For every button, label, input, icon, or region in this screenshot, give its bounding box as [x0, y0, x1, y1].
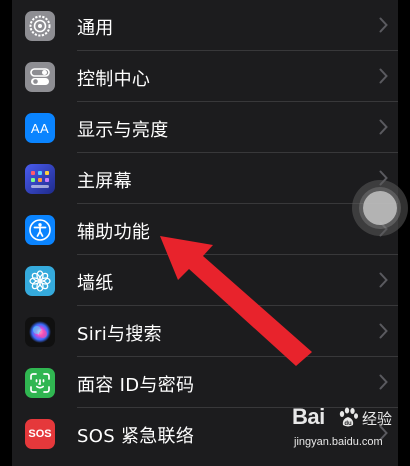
settings-row-label: 通用 — [77, 18, 114, 39]
settings-row-wallpaper[interactable]: 墙纸 — [12, 255, 398, 306]
settings-row-home-screen[interactable]: 主屏幕 — [12, 153, 398, 204]
svg-text:du: du — [344, 421, 352, 427]
chevron-right-icon — [379, 323, 388, 339]
chevron-right-icon — [379, 374, 388, 390]
settings-row-siri[interactable]: Siri与搜索 — [12, 306, 398, 357]
chevron-right-icon — [379, 119, 388, 135]
assistive-touch-icon[interactable] — [352, 180, 408, 236]
toggles-icon — [25, 62, 55, 92]
assistive-touch-knob — [363, 191, 397, 225]
gear-icon — [25, 11, 55, 41]
watermark-brand: Bai — [292, 404, 325, 429]
baidu-watermark: Bai du 经验 jingyan.baidu.com — [292, 404, 404, 456]
home-grid-icon — [25, 164, 55, 194]
baidu-paw-icon: du — [339, 407, 358, 427]
settings-group: 通用 控制中心 AA 显示与亮度 主屏幕 辅助功能 墙纸 Siri与搜索 面容 … — [12, 0, 398, 466]
aa-icon-text: AA — [30, 120, 50, 136]
settings-row-label: 辅助功能 — [77, 222, 151, 243]
settings-row-general[interactable]: 通用 — [12, 0, 398, 51]
settings-row-accessibility[interactable]: 辅助功能 — [12, 204, 398, 255]
face-id-icon — [25, 368, 55, 398]
accessibility-icon — [25, 215, 55, 245]
settings-row-label: 墙纸 — [77, 273, 114, 294]
settings-row-label: 主屏幕 — [77, 171, 132, 192]
settings-row-label: Siri与搜索 — [77, 324, 162, 345]
flower-icon — [25, 266, 55, 296]
settings-row-display[interactable]: AA 显示与亮度 — [12, 102, 398, 153]
settings-row-label: 控制中心 — [77, 69, 151, 90]
chevron-right-icon — [379, 68, 388, 84]
sos-icon-text: SOS — [28, 428, 52, 440]
siri-icon — [25, 317, 55, 347]
settings-row-control-center[interactable]: 控制中心 — [12, 51, 398, 102]
watermark-url: jingyan.baidu.com — [294, 436, 383, 448]
watermark-brand-suffix: 经验 — [362, 411, 393, 428]
settings-row-label: 显示与亮度 — [77, 120, 169, 141]
chevron-right-icon — [379, 272, 388, 288]
settings-row-face-id[interactable]: 面容 ID与密码 — [12, 357, 398, 408]
settings-row-label: SOS 紧急联络 — [77, 426, 195, 447]
settings-row-label: 面容 ID与密码 — [77, 375, 195, 396]
chevron-right-icon — [379, 17, 388, 33]
sos-icon: SOS — [25, 419, 55, 449]
aa-icon: AA — [25, 113, 55, 143]
